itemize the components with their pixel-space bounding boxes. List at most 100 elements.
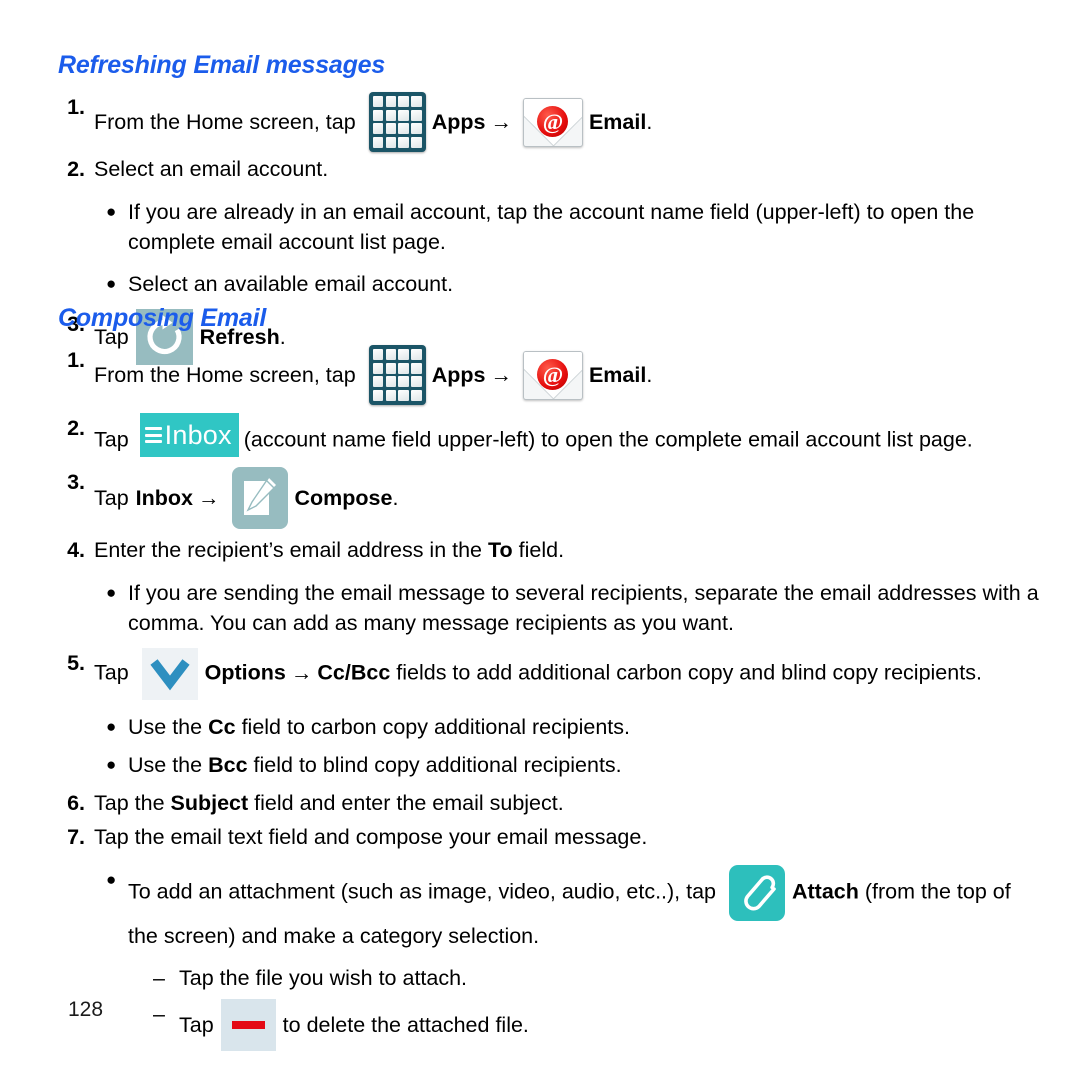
- step-1-pretext: From the Home screen, tap: [94, 362, 356, 387]
- delete-pretext: Tap: [179, 1013, 214, 1037]
- dash-text: Tap to delete the attached file.: [179, 999, 1043, 1051]
- email-label: Email: [588, 109, 647, 134]
- apps-icon[interactable]: [368, 92, 426, 152]
- step-text: Tap Inbox → Compose.: [94, 467, 1043, 529]
- dash-marker: –: [153, 1002, 165, 1026]
- step-text: Tap Options → Cc/Bcc fields to add additio…: [94, 648, 1043, 700]
- attach-icon[interactable]: [729, 865, 785, 921]
- manual-page: Refreshing Email messages 1. From the Ho…: [0, 0, 1080, 1080]
- step-text: Tap the Subject field and enter the emai…: [94, 788, 1043, 819]
- list-item: ● Use the Bcc field to blind copy additi…: [58, 750, 1043, 780]
- step-2-tap-inbox: 2. Tap Inbox (account name field upper-l…: [58, 413, 1043, 457]
- step-5-pretext: Tap: [94, 660, 129, 685]
- hamburger-menu-icon: [144, 424, 162, 447]
- list-item: ● To add an attachment (such as image, v…: [58, 865, 1043, 951]
- apps-icon[interactable]: [368, 345, 426, 405]
- step-3-tap-compose: 3. Tap Inbox → Compose.: [58, 467, 1043, 529]
- step-1-refresh: 1. From the Home screen, tap Apps → @ Em…: [58, 92, 1043, 152]
- bcc-pretext: Use the: [128, 753, 203, 777]
- period: .: [646, 109, 653, 134]
- minus-bar-icon: [231, 1021, 265, 1029]
- inbox-icon[interactable]: Inbox: [139, 413, 239, 457]
- bullet-text: Use the Bcc field to blind copy addition…: [128, 750, 1043, 780]
- attach-label: Attach: [792, 879, 859, 904]
- section-heading-composing: Composing Email: [58, 304, 267, 332]
- arrow-glyph: →: [198, 485, 220, 510]
- step-number: 6.: [67, 791, 85, 815]
- dash-marker: –: [153, 966, 165, 990]
- step-text: Tap the email text field and compose you…: [94, 825, 648, 849]
- attach-pretext: To add an attachment (such as image, vid…: [128, 879, 717, 904]
- cc-posttext: field to carbon copy additional recipien…: [241, 715, 630, 739]
- period: .: [392, 485, 399, 510]
- step-6-pretext: Tap the: [94, 791, 165, 815]
- email-icon[interactable]: @: [522, 97, 583, 147]
- step-number: 1.: [67, 348, 85, 372]
- compose-icon[interactable]: [231, 467, 288, 529]
- list-item: ● Select an available email account.: [58, 269, 1043, 299]
- step-number: 4.: [67, 538, 85, 562]
- step-number: 2.: [67, 416, 85, 440]
- bcc-posttext: field to blind copy additional recipient…: [253, 753, 622, 777]
- bullet-text: Use the Cc field to carbon copy addition…: [128, 712, 1043, 742]
- arrow-glyph: →: [490, 362, 512, 387]
- step-3-pretext: Tap: [94, 485, 129, 510]
- to-field-label: To: [488, 538, 513, 562]
- arrow-glyph: →: [490, 109, 512, 134]
- cc-field-label: Cc: [208, 715, 236, 739]
- step-text: From the Home screen, tap Apps → @ Email…: [94, 345, 1043, 405]
- step-2-select-account: 2. Select an email account.: [58, 154, 1043, 185]
- email-icon[interactable]: @: [522, 350, 583, 400]
- section-heading-refreshing: Refreshing Email messages: [58, 51, 386, 79]
- subject-field-label: Subject: [170, 791, 249, 815]
- step-5-posttext: fields to add additional carbon copy and…: [396, 660, 982, 685]
- bullet-text: If you are sending the email message to …: [128, 581, 1039, 635]
- list-item: ● If you are already in an email account…: [58, 197, 1043, 257]
- step-1-pretext: From the Home screen, tap: [94, 109, 356, 134]
- inbox-label: Inbox: [164, 420, 232, 450]
- list-item: ● If you are sending the email message t…: [58, 578, 1043, 638]
- bullet-text: To add an attachment (such as image, vid…: [128, 865, 1043, 951]
- step-4-recipient: 4. Enter the recipient’s email address i…: [58, 535, 1043, 566]
- bullet-dot-icon: ●: [106, 717, 117, 736]
- section-composing-email: Composing Email 1. From the Home screen,…: [58, 303, 1043, 1051]
- step-4-posttext: field.: [518, 538, 565, 562]
- bullet-text: If you are already in an email account, …: [128, 200, 975, 254]
- bcc-field-label: Bcc: [208, 753, 248, 777]
- step-6-posttext: field and enter the email subject.: [254, 791, 564, 815]
- dash-text: Tap the file you wish to attach.: [179, 966, 468, 990]
- delete-posttext: to delete the attached file.: [282, 1013, 529, 1037]
- step-text: Select an email account.: [94, 157, 329, 181]
- step-7-compose-message: 7. Tap the email text field and compose …: [58, 822, 1043, 853]
- list-item: ● Use the Cc field to carbon copy additi…: [58, 712, 1043, 742]
- step-5-options: 5. Tap Options → Cc/Bcc fields to add addi…: [58, 648, 1043, 700]
- bullet-dot-icon: ●: [106, 583, 117, 602]
- step-text: Enter the recipient’s email address in t…: [94, 535, 1043, 566]
- options-label: Options: [204, 660, 286, 685]
- step-2-posttext: (account name field upper-left) to open …: [243, 427, 973, 452]
- arrow-glyph: →: [290, 660, 313, 685]
- apps-label: Apps: [431, 362, 486, 387]
- list-item: – Tap the file you wish to attach.: [58, 963, 1043, 993]
- step-2-pretext: Tap: [94, 427, 129, 452]
- step-1-compose: 1. From the Home screen, tap Apps → @ Em…: [58, 345, 1043, 405]
- bullet-dot-icon: ●: [106, 755, 117, 774]
- step-number: 2.: [67, 157, 85, 181]
- ccbcc-label: Cc/Bcc: [317, 660, 391, 685]
- period: .: [646, 362, 653, 387]
- page-number: 128: [68, 998, 104, 1021]
- list-item: – Tap to delete the attached file.: [58, 999, 1043, 1051]
- delete-icon[interactable]: [220, 999, 276, 1051]
- step-number: 1.: [67, 95, 85, 119]
- step-6-subject: 6. Tap the Subject field and enter the e…: [58, 788, 1043, 819]
- bullet-text: Select an available email account.: [128, 272, 454, 296]
- step-4-pretext: Enter the recipient’s email address in t…: [94, 538, 483, 562]
- step-number: 3.: [67, 470, 85, 494]
- compose-label: Compose: [294, 485, 393, 510]
- apps-label: Apps: [431, 109, 486, 134]
- step-number: 5.: [67, 651, 85, 675]
- step-number: 7.: [67, 825, 85, 849]
- bullet-dot-icon: ●: [106, 202, 117, 221]
- step-text: Tap Inbox (account name field upper-left…: [94, 413, 1043, 457]
- options-chevron-icon[interactable]: [141, 648, 198, 700]
